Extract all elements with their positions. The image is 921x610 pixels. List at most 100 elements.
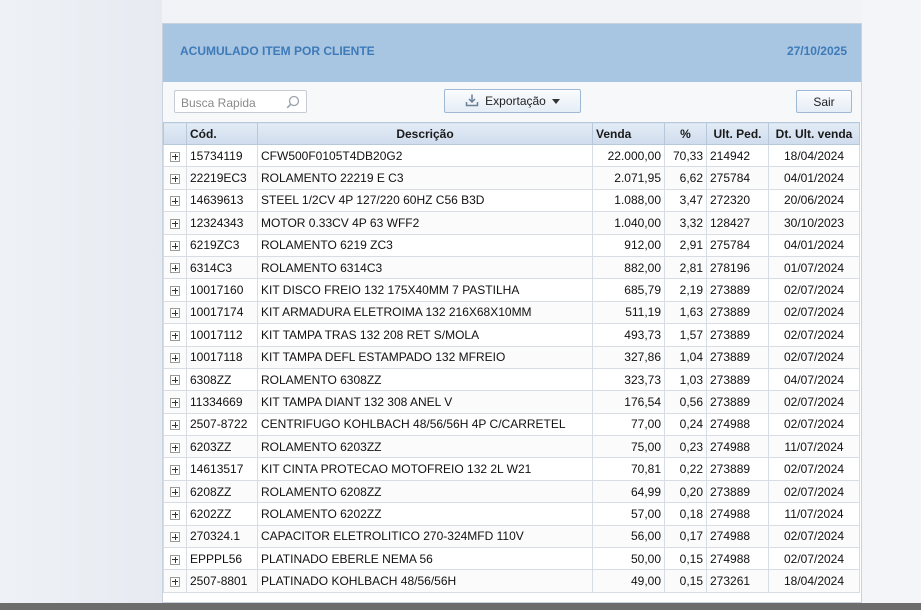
- expand-plus-icon[interactable]: [170, 151, 180, 162]
- background-right: [862, 0, 921, 603]
- table-row[interactable]: 6203ZZ ROLAMENTO 6203ZZ 75,00 0,23 274988 11/…: [163, 435, 860, 459]
- column-header-sale[interactable]: Venda: [592, 122, 665, 145]
- table-row[interactable]: 270324.1 CAPACITOR ELETROLITICO 270-324MF…: [163, 524, 860, 549]
- expand-plus-icon[interactable]: [170, 330, 180, 341]
- expand-plus-icon[interactable]: [170, 554, 180, 565]
- column-header-percent[interactable]: %: [664, 122, 707, 145]
- expand-plus-icon[interactable]: [170, 353, 180, 364]
- expand-plus-icon[interactable]: [170, 308, 180, 319]
- cell-description: KIT TAMPA TRAS 132 208 RET S/MOLA: [257, 323, 593, 347]
- expand-cell[interactable]: [163, 412, 187, 437]
- table-row[interactable]: 15734119 CFW500F0105T4DB20G2 22.000,00 70,3…: [163, 143, 860, 168]
- expand-cell[interactable]: [163, 233, 187, 257]
- table-row[interactable]: 6219ZC3 ROLAMENTO 6219 ZC3 912,00 2,91 27578…: [163, 233, 860, 257]
- cell-percent: 6,62: [664, 166, 707, 190]
- expand-plus-icon[interactable]: [170, 442, 180, 453]
- expand-cell[interactable]: [163, 390, 187, 414]
- expand-plus-icon[interactable]: [170, 218, 180, 229]
- cell-sale: 685,79: [592, 278, 665, 302]
- expand-cell[interactable]: [163, 524, 187, 549]
- table-row[interactable]: 10017118 KIT TAMPA DEFL ESTAMPADO 132 MFR…: [163, 345, 860, 369]
- expand-cell[interactable]: [163, 188, 187, 213]
- column-header-description[interactable]: Descrição: [257, 122, 593, 145]
- expand-plus-icon[interactable]: [170, 487, 180, 498]
- cell-last-sale-date: 02/07/2024: [768, 300, 860, 325]
- table-row[interactable]: 6202ZZ ROLAMENTO 6202ZZ 57,00 0,18 274988 11/…: [163, 502, 860, 526]
- table-row[interactable]: EPPPL56 PLATINADO EBERLE NEMA 56 50,00 0,15…: [163, 547, 860, 571]
- table-row[interactable]: 10017160 KIT DISCO FREIO 132 175X40MM 7 P…: [163, 278, 860, 302]
- expand-cell[interactable]: [163, 502, 187, 526]
- cell-last-order: 273889: [706, 278, 769, 302]
- expand-plus-icon[interactable]: [170, 375, 180, 386]
- background-left: [0, 0, 162, 603]
- column-header-last-order[interactable]: Ult. Ped.: [706, 122, 769, 145]
- cell-sale: 2.071,95: [592, 166, 665, 190]
- cell-percent: 3,47: [664, 188, 707, 213]
- table-row[interactable]: 6308ZZ ROLAMENTO 6308ZZ 323,73 1,03 273889 04…: [163, 367, 860, 392]
- table-row[interactable]: 14613517 KIT CINTA PROTECAO MOTOFREIO 132…: [163, 457, 860, 481]
- expand-cell[interactable]: [163, 457, 187, 481]
- table-row[interactable]: 10017174 KIT ARMADURA ELETROIMA 132 216X6…: [163, 300, 860, 325]
- expand-cell[interactable]: [163, 367, 187, 392]
- cell-last-order: 275784: [706, 233, 769, 257]
- cell-sale: 56,00: [592, 524, 665, 549]
- cell-sale: 75,00: [592, 435, 665, 459]
- table-row[interactable]: 2507-8722 CENTRIFUGO KOHLBACH 48/56/56H 4…: [163, 412, 860, 437]
- search-box[interactable]: [174, 90, 307, 113]
- cell-description: KIT CINTA PROTECAO MOTOFREIO 132 2L W21: [257, 457, 593, 481]
- expand-cell[interactable]: [163, 323, 187, 347]
- exit-label: Sair: [813, 94, 835, 109]
- expand-plus-icon[interactable]: [170, 241, 180, 252]
- table-row[interactable]: 2507-8801 PLATINADO KOHLBACH 48/56/56H 49,…: [163, 569, 860, 593]
- expand-cell[interactable]: [163, 255, 187, 280]
- expand-plus-icon[interactable]: [170, 420, 180, 431]
- search-icon[interactable]: [286, 95, 300, 109]
- cell-last-order: 273889: [706, 300, 769, 325]
- cell-code: 10017112: [186, 323, 258, 347]
- cell-last-sale-date: 18/04/2024: [768, 569, 860, 593]
- export-button[interactable]: Exportação: [444, 89, 581, 113]
- expand-plus-icon[interactable]: [170, 285, 180, 296]
- exit-button[interactable]: Sair: [796, 90, 852, 113]
- expand-cell[interactable]: [163, 300, 187, 325]
- bottom-border: [0, 603, 921, 610]
- cell-last-sale-date: 04/07/2024: [768, 367, 860, 392]
- expand-cell[interactable]: [163, 479, 187, 504]
- table-row[interactable]: 14639613 STEEL 1/2CV 4P 127/220 60HZ C56 …: [163, 188, 860, 213]
- expand-plus-icon[interactable]: [170, 532, 180, 543]
- cell-percent: 0,15: [664, 569, 707, 593]
- table-row[interactable]: 6314C3 ROLAMENTO 6314C3 882,00 2,81 278196 01…: [163, 255, 860, 280]
- cell-last-order: 272320: [706, 188, 769, 213]
- expand-cell[interactable]: [163, 345, 187, 369]
- cell-percent: 0,18: [664, 502, 707, 526]
- expand-plus-icon[interactable]: [170, 576, 180, 587]
- table-row[interactable]: 12324343 MOTOR 0.33CV 4P 63 WFF2 1.040,00 3…: [163, 211, 860, 235]
- cell-last-order: 273889: [706, 345, 769, 369]
- cell-percent: 0,15: [664, 547, 707, 571]
- expand-cell[interactable]: [163, 211, 187, 235]
- table-row[interactable]: 10017112 KIT TAMPA TRAS 132 208 RET S/MOL…: [163, 323, 860, 347]
- expand-cell[interactable]: [163, 143, 187, 168]
- expand-cell[interactable]: [163, 166, 187, 190]
- expand-plus-icon[interactable]: [170, 173, 180, 184]
- table-row[interactable]: 6208ZZ ROLAMENTO 6208ZZ 64,99 0,20 273889 02/…: [163, 479, 860, 504]
- expand-plus-icon[interactable]: [170, 397, 180, 408]
- expand-plus-icon[interactable]: [170, 464, 180, 475]
- cell-sale: 323,73: [592, 367, 665, 392]
- caret-down-icon: [551, 94, 560, 108]
- expand-plus-icon[interactable]: [170, 509, 180, 520]
- search-input[interactable]: [179, 93, 283, 112]
- cell-percent: 0,23: [664, 435, 707, 459]
- table-row[interactable]: 11334669 KIT TAMPA DIANT 132 308 ANEL V 17…: [163, 390, 860, 414]
- expand-plus-icon[interactable]: [170, 196, 180, 207]
- cell-percent: 2,19: [664, 278, 707, 302]
- column-header-last-sale-date[interactable]: Dt. Ult. venda: [768, 122, 860, 145]
- expand-cell[interactable]: [163, 435, 187, 459]
- expand-cell[interactable]: [163, 278, 187, 302]
- cell-code: 15734119: [186, 143, 258, 168]
- table-row[interactable]: 22219EC3 ROLAMENTO 22219 E C3 2.071,95 6,62…: [163, 166, 860, 190]
- expand-plus-icon[interactable]: [170, 263, 180, 274]
- column-header-code[interactable]: Cód.: [186, 122, 258, 145]
- expand-cell[interactable]: [163, 569, 187, 593]
- expand-cell[interactable]: [163, 547, 187, 571]
